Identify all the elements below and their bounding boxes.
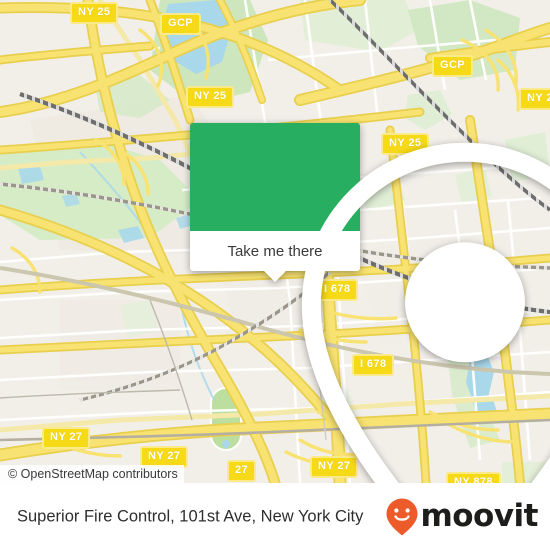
road-shield: NY 2	[519, 88, 550, 110]
road-shield: NY 25	[186, 86, 235, 108]
take-me-there-button[interactable]: Take me there	[227, 243, 322, 260]
footer-bar: Superior Fire Control, 101st Ave, New Yo…	[0, 483, 550, 550]
location-pin-icon	[301, 142, 550, 483]
road-shield: GCP	[160, 13, 202, 35]
place-title: Superior Fire Control, 101st Ave, New Yo…	[17, 507, 364, 525]
popup-header	[190, 123, 550, 483]
map-canvas[interactable]: NY 25 GCP GCP NY 25 NY 2 NY 25 I 678 I 6…	[0, 0, 550, 483]
moovit-wordmark: moovit	[420, 498, 538, 534]
location-popup-card[interactable]: Take me there	[190, 123, 550, 483]
road-shield: NY 25	[70, 2, 119, 24]
road-shield: NY 27	[42, 427, 91, 449]
popup-pointer-tail	[264, 271, 286, 282]
osm-attribution[interactable]: © OpenStreetMap contributors	[0, 465, 184, 483]
popup-footer[interactable]: Take me there	[190, 231, 360, 282]
road-shield: GCP	[432, 55, 474, 77]
moovit-pin-icon	[386, 498, 418, 535]
moovit-map-screenshot: NY 25 GCP GCP NY 25 NY 2 NY 25 I 678 I 6…	[0, 0, 550, 550]
moovit-logo[interactable]: moovit	[385, 497, 538, 537]
